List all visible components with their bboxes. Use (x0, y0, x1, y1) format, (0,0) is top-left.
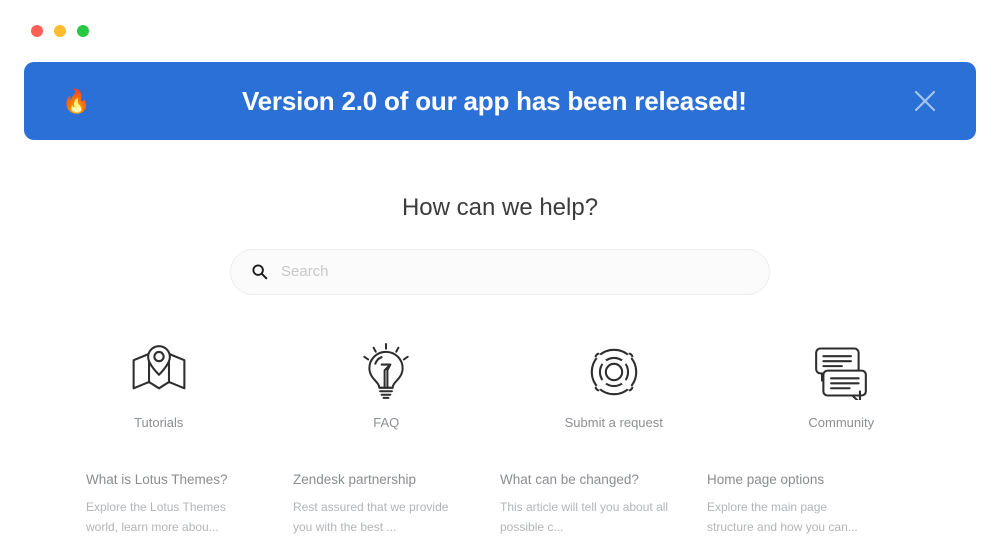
banner-close-button[interactable] (908, 84, 942, 118)
announcement-banner-wrapper: 🔥 Version 2.0 of our app has been releas… (0, 62, 1000, 140)
traffic-light-buttons (31, 25, 89, 37)
article-title: Home page options (707, 471, 825, 487)
article-card[interactable]: What can be changed? This article will t… (500, 471, 707, 537)
fire-emoji: 🔥 (62, 88, 91, 115)
category-faq[interactable]: FAQ (273, 341, 501, 429)
search-box[interactable] (230, 248, 770, 295)
article-title: What can be changed? (500, 471, 639, 487)
window-minimize-button[interactable] (54, 25, 66, 37)
announcement-banner: 🔥 Version 2.0 of our app has been releas… (24, 62, 976, 140)
map-pin-icon (128, 341, 190, 403)
article-description: Rest assured that we provide you with th… (293, 500, 449, 534)
category-links: Tutorials FAQ Submit a request Community (0, 341, 1000, 429)
article-description: Explore the main page structure and how … (707, 500, 858, 534)
category-label: FAQ (373, 414, 400, 430)
lightbulb-icon (355, 341, 417, 403)
announcement-banner-text: Version 2.0 of our app has been released… (241, 85, 747, 116)
category-label: Community (808, 414, 875, 430)
category-label: Submit a request (564, 414, 663, 430)
lifebuoy-icon (583, 341, 645, 403)
article-title: Zendesk partnership (293, 471, 417, 487)
hero-section: How can we help? (0, 194, 1000, 295)
category-community[interactable]: Community (728, 341, 956, 429)
close-icon (914, 90, 936, 112)
search-input[interactable] (281, 249, 749, 294)
speech-bubbles-icon (810, 341, 872, 403)
window-close-button[interactable] (31, 25, 43, 37)
search-icon (252, 264, 268, 280)
window-maximize-button[interactable] (77, 25, 89, 37)
article-description: This article will tell you about all pos… (500, 500, 669, 534)
article-card[interactable]: Home page options Explore the main page … (707, 471, 914, 537)
category-label: Tutorials (134, 414, 184, 430)
window-titlebar (0, 0, 1000, 62)
page-title: How can we help? (401, 194, 599, 221)
article-description: Explore the Lotus Themes world, learn mo… (86, 500, 226, 534)
search-row (0, 248, 1000, 295)
category-tutorials[interactable]: Tutorials (45, 341, 273, 429)
category-submit-a-request[interactable]: Submit a request (500, 341, 728, 429)
article-card[interactable]: Zendesk partnership Rest assured that we… (293, 471, 500, 537)
article-title: What is Lotus Themes? (86, 471, 228, 487)
article-card[interactable]: What is Lotus Themes? Explore the Lotus … (86, 471, 293, 537)
promoted-articles: What is Lotus Themes? Explore the Lotus … (0, 471, 1000, 537)
